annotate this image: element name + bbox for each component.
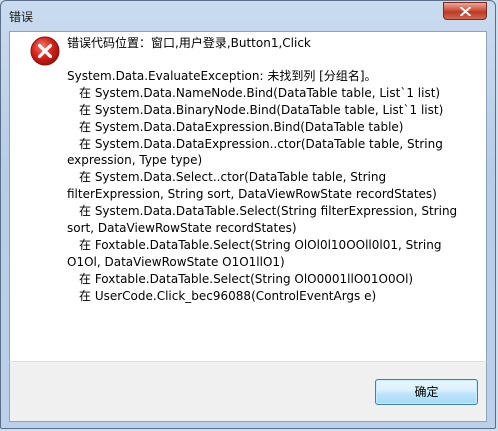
exception-line: System.Data.EvaluateException: 未找到列 [分组名… — [67, 68, 377, 83]
error-message: 错误代码位置：窗口,用户登录,Button1,Click System.Data… — [67, 35, 467, 305]
stack-trace-line: 在 System.Data.Select..ctor(DataTable tab… — [79, 170, 387, 185]
stack-trace-line: sort, DataViewRowState recordStates) — [67, 221, 297, 236]
stack-trace-line: 在 System.Data.DataExpression..ctor(DataT… — [79, 136, 443, 151]
close-icon — [460, 7, 471, 16]
stack-trace-line: 在 Foxtable.DataTable.Select(String OlO00… — [79, 271, 414, 286]
stack-trace-line: expression, Type type) — [67, 153, 203, 168]
stack-trace-line: filterExpression, String sort, DataViewR… — [67, 187, 437, 202]
close-button[interactable] — [443, 2, 487, 20]
ok-button[interactable]: 确定 — [375, 379, 478, 405]
title-bar[interactable]: 错误 — [1, 1, 495, 31]
stack-trace-line: 在 System.Data.BinaryNode.Bind(DataTable … — [79, 102, 444, 117]
stack-trace-line: 在 UserCode.Click_bec96088(ControlEventAr… — [79, 288, 377, 303]
stack-trace-line: O1Ol, DataViewRowState O1O1llO1) — [67, 254, 285, 269]
error-location-heading: 错误代码位置：窗口,用户登录,Button1,Click — [67, 36, 311, 50]
stack-trace-line: 在 System.Data.NameNode.Bind(DataTable ta… — [79, 85, 441, 100]
stack-trace-line: 在 System.Data.DataExpression.Bind(DataTa… — [79, 119, 404, 134]
error-icon — [30, 36, 60, 66]
stack-trace-line: 在 System.Data.DataTable.Select(String fi… — [79, 204, 458, 219]
stack-trace-line: 在 Foxtable.DataTable.Select(String OlOl0… — [79, 237, 442, 252]
window-title: 错误 — [9, 10, 34, 24]
